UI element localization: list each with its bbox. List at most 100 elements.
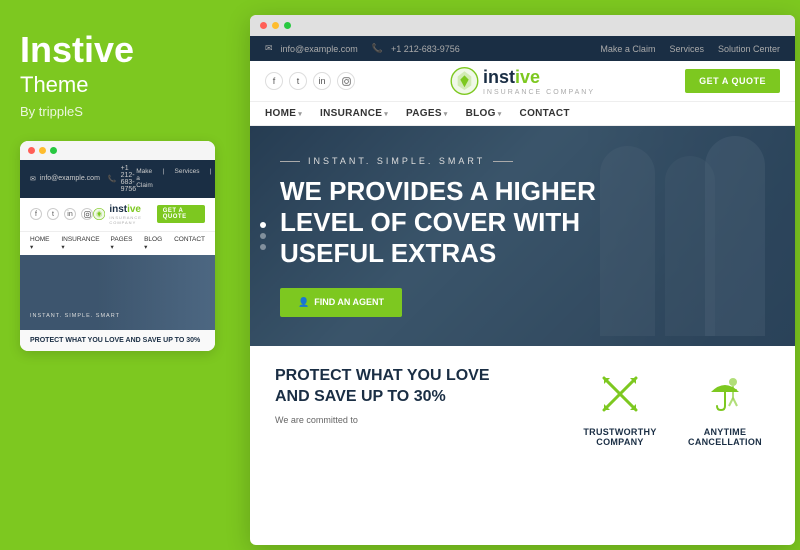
- preview-services[interactable]: Services: [175, 168, 200, 189]
- browser-dot-green: [284, 22, 291, 29]
- browser-contact-info: ✉ info@example.com 📞 +1 212-683-9756: [265, 43, 460, 54]
- preview-logo-text: instive: [109, 204, 156, 215]
- browser-logo: instive INSURANCE COMPANY: [450, 67, 595, 96]
- main-browser: ✉ info@example.com 📞 +1 212-683-9756 Mak…: [250, 15, 795, 545]
- browser-header: f t in instive INSURANCE COMPANY GET A Q…: [250, 61, 795, 102]
- browser-navbar: HOME ▾ INSURANCE ▾ PAGES ▾ BLOG ▾ CONTAC…: [250, 102, 795, 126]
- browser-titlebar: [250, 15, 795, 36]
- browser-dot-red: [260, 22, 267, 29]
- hero-dot-1[interactable]: [260, 222, 266, 228]
- solution-link[interactable]: Solution Center: [718, 44, 780, 54]
- bottom-title: PROTECT WHAT YOU LOVE AND SAVE UP TO 30%: [275, 366, 534, 408]
- find-agent-button[interactable]: 👤 FIND AN AGENT: [280, 288, 402, 317]
- nav-insurance-chevron: ▾: [384, 110, 388, 118]
- trustworthy-icon: [594, 368, 646, 420]
- cancellation-label: ANYTIMECANCELLATION: [680, 427, 770, 447]
- dot-red: [28, 147, 35, 154]
- nav-home-label: HOME: [265, 108, 296, 119]
- bottom-left-content: PROTECT WHAT YOU LOVE AND SAVE UP TO 30%…: [275, 366, 534, 427]
- preview-facebook-icon[interactable]: f: [30, 208, 42, 220]
- find-agent-label: FIND AN AGENT: [314, 297, 384, 307]
- email-icon: ✉: [265, 43, 273, 54]
- preview-twitter-icon[interactable]: t: [47, 208, 59, 220]
- twitter-icon[interactable]: t: [289, 72, 307, 90]
- preview-email-icon: ✉: [30, 175, 36, 183]
- preview-phone-icon: 📞: [108, 175, 117, 183]
- find-agent-icon: 👤: [298, 297, 309, 308]
- browser-top-nav-links: Make a Claim Services Solution Center: [600, 44, 780, 54]
- nav-blog-chevron: ▾: [498, 110, 502, 118]
- get-quote-button[interactable]: GET A QUOTE: [685, 69, 780, 93]
- preview-top-nav: ✉ info@example.com 📞 +1 212-683-9756 Mak…: [20, 160, 215, 198]
- preview-hero: INSTANT. SIMPLE. SMART: [20, 255, 215, 330]
- nav-home-chevron: ▾: [298, 110, 302, 118]
- feature-trustworthy: TRUSTWORTHYCOMPANY: [575, 366, 665, 450]
- preview-nav-contact[interactable]: CONTACT: [174, 236, 205, 251]
- browser-logo-text: instive: [483, 67, 595, 88]
- preview-nav-insurance[interactable]: INSURANCE ▾: [61, 236, 102, 251]
- facebook-icon[interactable]: f: [265, 72, 283, 90]
- hero-title-line3: USEFUL EXTRAS: [280, 238, 496, 268]
- preview-nav-home[interactable]: HOME ▾: [30, 236, 53, 251]
- preview-hero-text: INSTANT. SIMPLE. SMART: [30, 313, 120, 323]
- preview-services-link[interactable]: |: [163, 168, 165, 189]
- hero-dot-2[interactable]: [260, 233, 266, 239]
- preview-cta-button[interactable]: GET A QUOTE: [157, 205, 205, 223]
- dot-green: [50, 147, 57, 154]
- preview-linkedin-icon[interactable]: in: [64, 208, 76, 220]
- instagram-icon[interactable]: [337, 72, 355, 90]
- dot-yellow: [39, 147, 46, 154]
- preview-bottom-title: PROTECT WHAT YOU LOVE AND SAVE UP TO 30%: [30, 336, 205, 345]
- hero-dot-3[interactable]: [260, 244, 266, 250]
- services-link[interactable]: Services: [669, 44, 704, 54]
- theme-title: Instive: [20, 30, 215, 70]
- preview-bottom: PROTECT WHAT YOU LOVE AND SAVE UP TO 30%: [20, 330, 215, 351]
- nav-home[interactable]: HOME ▾: [265, 108, 302, 119]
- browser-bottom-section: PROTECT WHAT YOU LOVE AND SAVE UP TO 30%…: [250, 346, 795, 470]
- bottom-desc: We are committed to: [275, 414, 534, 428]
- trustworthy-icon-wrap: [593, 366, 648, 421]
- browser-dot-yellow: [272, 22, 279, 29]
- nav-contact[interactable]: CONTACT: [520, 108, 570, 119]
- browser-social-icons: f t in: [265, 72, 355, 90]
- email-text: info@example.com: [281, 44, 358, 54]
- preview-nav-blog[interactable]: BLOG ▾: [144, 236, 166, 251]
- preview-nav-pages[interactable]: PAGES ▾: [110, 236, 136, 251]
- cancellation-icon: [699, 368, 751, 420]
- nav-pages-label: PAGES: [406, 108, 442, 119]
- phone-icon: 📞: [372, 43, 383, 54]
- nav-insurance[interactable]: INSURANCE ▾: [320, 108, 388, 119]
- cancellation-icon-wrap: [698, 366, 753, 421]
- nav-pages-chevron: ▾: [444, 110, 448, 118]
- preview-instagram-icon[interactable]: [81, 208, 93, 220]
- left-panel: Instive Theme By trippleS ✉ info@example…: [0, 0, 235, 550]
- preview-solution-sep: |: [209, 168, 211, 189]
- claim-link[interactable]: Make a Claim: [600, 44, 655, 54]
- nav-pages[interactable]: PAGES ▾: [406, 108, 448, 119]
- bottom-title-line1: PROTECT WHAT YOU LOVE: [275, 367, 490, 384]
- hero-dots: [260, 222, 266, 250]
- linkedin-icon[interactable]: in: [313, 72, 331, 90]
- phone-text: +1 212-683-9756: [391, 44, 460, 54]
- nav-blog[interactable]: BLOG ▾: [466, 108, 502, 119]
- nav-contact-label: CONTACT: [520, 108, 570, 119]
- bottom-title-line2: AND SAVE UP TO 30%: [275, 388, 446, 405]
- preview-logo: instive INSURANCE COMPANY: [93, 204, 157, 225]
- preview-header-row: f t in instive INSURANCE COMPANY: [20, 198, 215, 231]
- hero-title: WE PROVIDES A HIGHER LEVEL OF COVER WITH…: [280, 176, 600, 270]
- hero-content: INSTANT. SIMPLE. SMART WE PROVIDES A HIG…: [250, 126, 795, 346]
- nav-insurance-label: INSURANCE: [320, 108, 382, 119]
- feature-cancellation: ANYTIMECANCELLATION: [680, 366, 770, 450]
- theme-author: By trippleS: [20, 104, 215, 119]
- preview-claim-link[interactable]: Make a Claim: [136, 168, 153, 189]
- preview-titlebar: [20, 141, 215, 160]
- hero-title-line1: WE PROVIDES A HIGHER: [280, 176, 596, 206]
- trustworthy-label: TRUSTWORTHYCOMPANY: [575, 427, 665, 447]
- preview-email: info@example.com: [40, 175, 100, 182]
- preview-card: ✉ info@example.com 📞 +1 212-683-9756 Mak…: [20, 141, 215, 351]
- browser-top-nav: ✉ info@example.com 📞 +1 212-683-9756 Mak…: [250, 36, 795, 61]
- preview-phone: +1 212-683-9756: [121, 165, 137, 193]
- preview-contact-info: ✉ info@example.com 📞 +1 212-683-9756: [30, 165, 136, 193]
- theme-subtitle: Theme: [20, 72, 215, 98]
- preview-social-icons: f t in: [30, 208, 93, 220]
